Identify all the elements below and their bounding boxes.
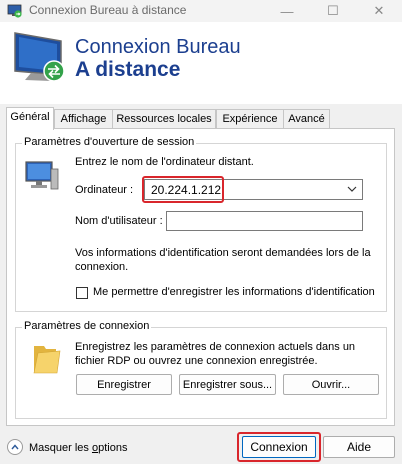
connection-description-line1: Enregistrez les paramètres de connexion … [75,341,356,353]
hide-options-suffix: ptions [98,442,128,454]
remember-checkbox-label[interactable]: Me permettre d'enregistrer les informati… [93,286,375,298]
window-title: Connexion Bureau à distance [29,3,187,17]
tab-affichage[interactable]: Affichage [54,109,113,129]
computer-label: Ordinateur : [75,184,134,196]
tab-experience[interactable]: Expérience [216,109,284,129]
maximize-button[interactable]: ☐ [310,0,356,22]
hide-options-link[interactable]: Masquer les options [29,442,127,454]
instruction-text: Entrez le nom de l'ordinateur distant. [75,156,254,168]
tab-panel-general: Paramètres d'ouverture de session Entrez… [6,128,395,426]
connection-description-line2: fichier RDP ou ouvrez une connexion enre… [75,355,318,367]
header-title-line2: A distance [75,58,181,81]
folder-icon [33,346,61,374]
connection-settings-group: Paramètres de connexion Enregistrez les … [15,320,387,419]
credentials-info-line2: connexion. [75,261,129,273]
credentials-info-line1: Vos informations d'identification seront… [75,247,371,259]
username-input[interactable] [166,211,363,231]
hide-options-toggle[interactable] [7,439,23,455]
connect-highlight-box [237,432,321,462]
open-button[interactable]: Ouvrir... [283,374,379,395]
tab-ressources-locales[interactable]: Ressources locales [112,109,216,129]
tab-avance[interactable]: Avancé [283,109,330,129]
chevron-down-icon[interactable] [347,186,357,193]
save-as-button[interactable]: Enregistrer sous... [179,374,276,395]
close-button[interactable]: ✕ [356,0,402,22]
header-title-line1: Connexion Bureau [75,36,241,58]
tab-general[interactable]: Général [6,107,54,130]
hide-options-prefix: Masquer les [29,442,92,454]
save-button[interactable]: Enregistrer [76,374,172,395]
remote-desktop-app-icon [7,4,22,18]
username-label: Nom d'utilisateur : [75,215,163,227]
remote-desktop-monitor-icon [14,32,65,82]
connection-group-title: Paramètres de connexion [22,320,152,332]
session-group-title: Paramètres d'ouverture de session [22,136,197,148]
minimize-button[interactable]: — [264,0,310,22]
computer-highlight-box [142,176,224,203]
help-button[interactable]: Aide [323,436,395,458]
session-settings-group: Paramètres d'ouverture de session Entrez… [15,136,387,312]
chevron-up-icon [11,444,19,450]
remember-checkbox[interactable] [76,287,88,299]
computer-icon [25,161,59,190]
